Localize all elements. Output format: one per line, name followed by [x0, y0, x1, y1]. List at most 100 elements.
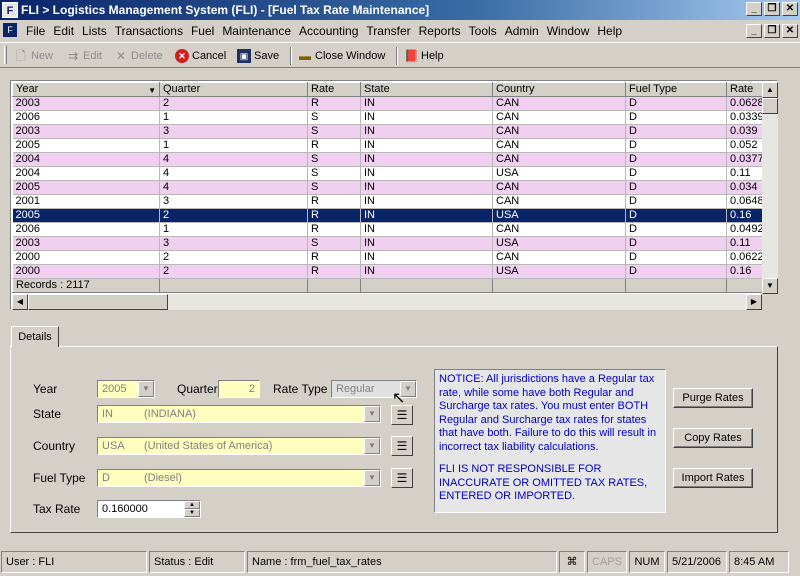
table-cell[interactable]: 4 — [159, 166, 308, 181]
spin-up-icon[interactable]: ▲ — [184, 501, 200, 509]
table-cell[interactable]: IN — [360, 222, 493, 237]
table-cell[interactable]: USA — [492, 208, 626, 223]
table-cell[interactable]: D — [625, 250, 727, 265]
table-cell[interactable]: D — [625, 264, 727, 279]
grid-vertical-scrollbar[interactable]: ▲ ▼ — [762, 82, 778, 294]
grid-horizontal-scrollbar[interactable]: ◀ ▶ — [12, 294, 762, 310]
table-cell[interactable]: 3 — [159, 194, 308, 209]
table-cell[interactable]: USA — [492, 264, 626, 279]
table-cell[interactable]: CAN — [492, 138, 626, 153]
table-row[interactable]: 2005 1 R IN CAN D 0.052 — [12, 138, 768, 153]
table-cell[interactable]: S — [307, 124, 361, 139]
table-cell[interactable]: CAN — [492, 194, 626, 209]
table-cell[interactable]: 2003 — [12, 124, 160, 139]
country-list-button[interactable]: ☰ — [391, 436, 413, 456]
table-cell[interactable]: CAN — [492, 96, 626, 111]
minimize-icon[interactable]: _ — [746, 2, 762, 16]
table-cell[interactable]: IN — [360, 194, 493, 209]
chevron-down-icon[interactable]: ▼ — [364, 470, 380, 486]
table-cell[interactable]: IN — [360, 124, 493, 139]
table-cell[interactable]: 2006 — [12, 110, 160, 125]
table-cell[interactable]: R — [307, 96, 361, 111]
table-row[interactable]: 2003 3 S IN CAN D 0.039 — [12, 124, 768, 139]
table-cell[interactable]: IN — [360, 250, 493, 265]
edit-button[interactable]: ⇉ Edit — [66, 46, 102, 66]
table-cell[interactable]: 2005 — [12, 208, 160, 223]
table-row[interactable]: 2000 2 R IN USA D 0.16 — [12, 264, 768, 279]
close-icon[interactable]: ✕ — [782, 2, 798, 16]
table-cell[interactable]: D — [625, 166, 727, 181]
table-cell[interactable]: CAN — [492, 110, 626, 125]
table-row[interactable]: 2006 1 S IN CAN D 0.0339 — [12, 110, 768, 125]
child-close-icon[interactable]: ✕ — [782, 24, 798, 38]
table-cell[interactable]: 2004 — [12, 166, 160, 181]
table-cell[interactable]: USA — [492, 236, 626, 251]
table-cell[interactable]: D — [625, 236, 727, 251]
table-cell[interactable]: D — [625, 180, 727, 195]
table-row[interactable]: 2004 4 S IN CAN D 0.0377 — [12, 152, 768, 167]
horizontal-scroll-thumb[interactable] — [28, 294, 168, 310]
menu-item-transactions[interactable]: Transactions — [111, 24, 187, 38]
tax-rate-field[interactable]: 0.160000 ▲ ▼ — [97, 500, 201, 518]
table-cell[interactable]: IN — [360, 152, 493, 167]
state-select[interactable]: IN (INDIANA) ▼ — [97, 405, 381, 423]
table-cell[interactable]: CAN — [492, 152, 626, 167]
table-cell[interactable]: D — [625, 208, 727, 223]
fuel-type-select[interactable]: D (Diesel) ▼ — [97, 469, 381, 487]
table-cell[interactable]: 1 — [159, 222, 308, 237]
child-window-icon[interactable]: F — [3, 23, 17, 37]
column-header-quarter[interactable]: Quarter — [159, 82, 308, 97]
table-cell[interactable]: D — [625, 152, 727, 167]
table-cell[interactable]: 1 — [159, 110, 308, 125]
fuel-type-list-button[interactable]: ☰ — [391, 468, 413, 488]
menu-item-help[interactable]: Help — [593, 24, 626, 38]
table-cell[interactable]: D — [625, 222, 727, 237]
table-cell[interactable]: IN — [360, 110, 493, 125]
column-header-fuel-type[interactable]: Fuel Type — [625, 82, 727, 97]
table-cell[interactable]: D — [625, 96, 727, 111]
scroll-left-icon[interactable]: ◀ — [12, 294, 28, 310]
table-cell[interactable]: 2 — [159, 96, 308, 111]
menu-item-accounting[interactable]: Accounting — [295, 24, 362, 38]
table-row[interactable]: 2005 2 R IN USA D 0.16 — [12, 208, 768, 223]
vertical-scroll-thumb[interactable] — [762, 98, 778, 114]
chevron-down-icon[interactable]: ▼ — [364, 438, 380, 454]
menu-item-reports[interactable]: Reports — [415, 24, 465, 38]
scroll-down-icon[interactable]: ▼ — [762, 278, 778, 294]
table-cell[interactable]: 2005 — [12, 180, 160, 195]
import-rates-button[interactable]: Import Rates — [673, 468, 753, 488]
table-cell[interactable]: IN — [360, 208, 493, 223]
table-cell[interactable]: USA — [492, 166, 626, 181]
table-cell[interactable]: D — [625, 110, 727, 125]
table-row[interactable]: 2000 2 R IN CAN D 0.0622 — [12, 250, 768, 265]
table-cell[interactable]: 2003 — [12, 96, 160, 111]
menu-item-tools[interactable]: Tools — [465, 24, 501, 38]
table-cell[interactable]: 2005 — [12, 138, 160, 153]
table-cell[interactable]: D — [625, 138, 727, 153]
menu-item-window[interactable]: Window — [543, 24, 594, 38]
save-button[interactable]: ▣ Save — [237, 46, 279, 66]
table-cell[interactable]: R — [307, 194, 361, 209]
title-bar[interactable]: F FLI > Logistics Management System (FLI… — [0, 0, 800, 20]
quarter-field[interactable]: 2 — [218, 380, 260, 398]
close-window-button[interactable]: ▬ Close Window — [298, 46, 385, 66]
table-cell[interactable]: 4 — [159, 152, 308, 167]
table-cell[interactable]: 2000 — [12, 264, 160, 279]
table-cell[interactable]: 2004 — [12, 152, 160, 167]
table-cell[interactable]: S — [307, 166, 361, 181]
table-cell[interactable]: 3 — [159, 124, 308, 139]
table-cell[interactable]: 2006 — [12, 222, 160, 237]
menu-item-maintenance[interactable]: Maintenance — [218, 24, 295, 38]
fuel-tax-grid[interactable]: Year ▼ Quarter Rate State Country Fuel Type Rat… — [10, 80, 778, 310]
table-cell[interactable]: S — [307, 110, 361, 125]
table-cell[interactable]: R — [307, 138, 361, 153]
table-cell[interactable]: IN — [360, 96, 493, 111]
child-minimize-icon[interactable]: _ — [746, 24, 762, 38]
table-cell[interactable]: R — [307, 208, 361, 223]
table-cell[interactable]: 2001 — [12, 194, 160, 209]
cancel-button[interactable]: ✕ Cancel — [175, 46, 226, 66]
chevron-down-icon[interactable]: ▼ — [138, 381, 154, 397]
table-cell[interactable]: IN — [360, 236, 493, 251]
scroll-up-icon[interactable]: ▲ — [762, 82, 778, 98]
table-cell[interactable]: S — [307, 236, 361, 251]
